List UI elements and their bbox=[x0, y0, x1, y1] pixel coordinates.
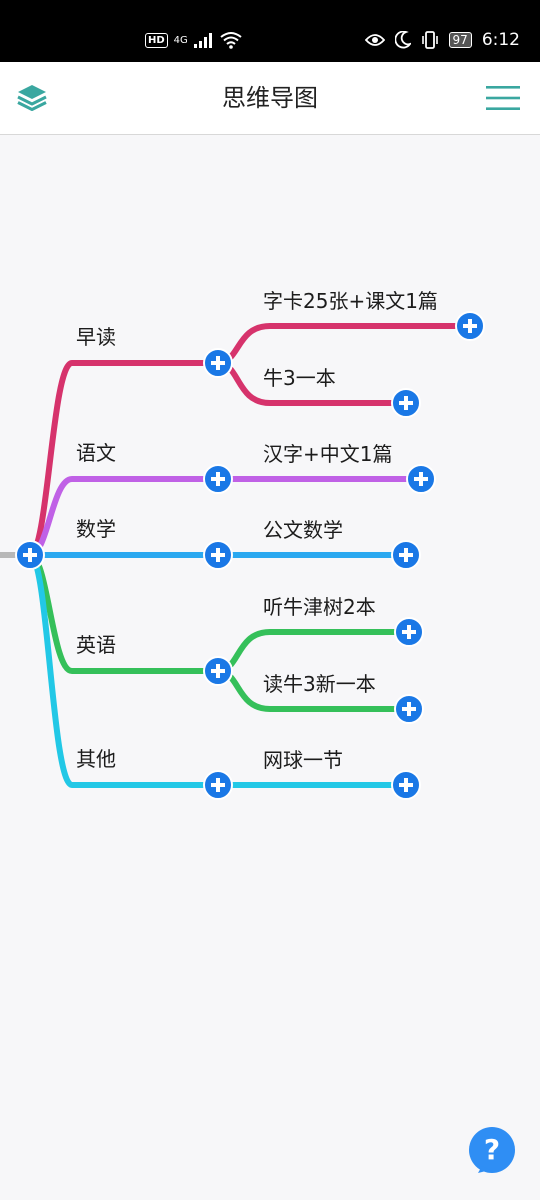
child-expand-button-0-0[interactable] bbox=[455, 311, 485, 341]
mindmap-canvas[interactable]: 早读 字卡25张+课文1篇 牛3一本语文 汉字+中文1篇数学 公文数学英语 听牛津树2本读… bbox=[0, 135, 540, 1200]
hd-voice-icon: HD bbox=[145, 32, 168, 48]
wifi-icon bbox=[220, 32, 242, 49]
child-expand-button-1-0[interactable] bbox=[406, 464, 436, 494]
branch-expand-button-2[interactable] bbox=[203, 540, 233, 570]
status-bar: HD 4G 97 6:12 bbox=[0, 0, 540, 62]
question-mark-icon: ? bbox=[484, 1133, 500, 1166]
child-label-0-0[interactable]: 字卡25张+课文1篇 bbox=[263, 289, 438, 313]
status-right: 97 6:12 bbox=[364, 27, 520, 53]
child-line-0-0 bbox=[215, 323, 473, 366]
branch-expand-button-3[interactable] bbox=[203, 656, 233, 686]
child-label-3-0[interactable]: 听牛津树2本 bbox=[263, 595, 376, 619]
child-expand-button-2-0[interactable] bbox=[391, 540, 421, 570]
branch-label-4[interactable]: 其他 bbox=[76, 747, 116, 771]
branch-label-2[interactable]: 数学 bbox=[76, 517, 116, 541]
battery-icon: 97 bbox=[448, 32, 472, 48]
branch-label-1[interactable]: 语文 bbox=[76, 441, 116, 465]
page-title: 思维导图 bbox=[222, 84, 318, 112]
clock: 6:12 bbox=[481, 30, 520, 50]
status-left: HD 4G bbox=[145, 28, 242, 52]
branch-line-1 bbox=[27, 476, 221, 558]
child-label-3-1[interactable]: 读牛3新一本 bbox=[263, 672, 376, 696]
vibrate-icon bbox=[421, 31, 438, 49]
branch-line-3 bbox=[27, 552, 221, 674]
help-button[interactable]: ? bbox=[468, 1126, 516, 1174]
branch-label-0[interactable]: 早读 bbox=[76, 325, 116, 349]
child-label-2-0[interactable]: 公文数学 bbox=[263, 518, 343, 542]
child-line-3-0 bbox=[215, 629, 412, 674]
child-expand-button-3-0[interactable] bbox=[394, 617, 424, 647]
branch-expand-button-1[interactable] bbox=[203, 464, 233, 494]
branch-line-0 bbox=[27, 360, 221, 558]
child-label-1-0[interactable]: 汉字+中文1篇 bbox=[263, 442, 392, 466]
do-not-disturb-moon-icon bbox=[394, 31, 411, 49]
child-expand-button-3-1[interactable] bbox=[394, 694, 424, 724]
branch-expand-button-0[interactable] bbox=[203, 348, 233, 378]
branch-label-3[interactable]: 英语 bbox=[76, 633, 116, 657]
child-expand-button-0-1[interactable] bbox=[391, 388, 421, 418]
child-label-4-0[interactable]: 网球一节 bbox=[263, 748, 343, 772]
network-type: 4G bbox=[173, 34, 188, 46]
hamburger-menu-icon[interactable] bbox=[486, 84, 520, 112]
root-expand-button[interactable] bbox=[15, 540, 45, 570]
app-header: 思维导图 bbox=[0, 62, 540, 135]
child-label-0-1[interactable]: 牛3一本 bbox=[263, 366, 336, 390]
eye-comfort-icon bbox=[364, 34, 385, 46]
child-expand-button-4-0[interactable] bbox=[391, 770, 421, 800]
branch-expand-button-4[interactable] bbox=[203, 770, 233, 800]
signal-icon bbox=[193, 33, 212, 48]
